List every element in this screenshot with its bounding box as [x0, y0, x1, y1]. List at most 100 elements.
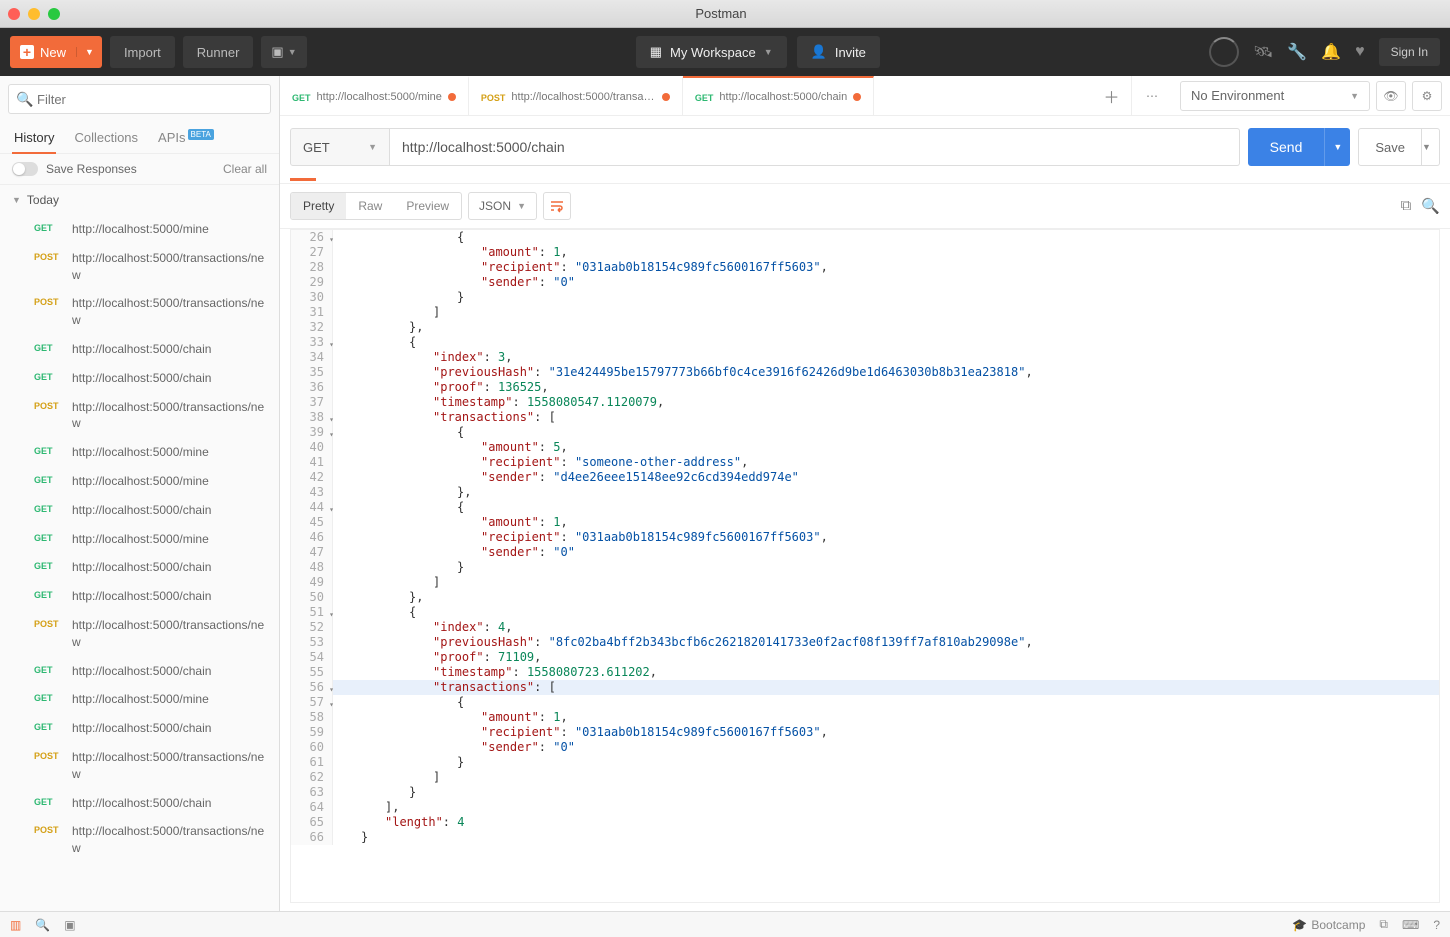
settings-icon[interactable]: 🔧 [1287, 42, 1307, 62]
environment-settings-icon[interactable]: ⚙ [1412, 81, 1442, 111]
help-icon[interactable]: ? [1433, 918, 1440, 932]
history-method: POST [34, 295, 64, 307]
heart-icon[interactable]: ♥ [1355, 43, 1365, 61]
invite-button[interactable]: 👤 Invite [797, 36, 880, 68]
history-method: GET [34, 720, 64, 732]
find-icon[interactable]: 🔍 [35, 918, 50, 932]
clear-all-button[interactable]: Clear all [223, 162, 267, 176]
minimize-window-icon[interactable] [28, 8, 40, 20]
open-new-button[interactable]: ▣ ▼ [261, 36, 306, 68]
window-controls [8, 8, 60, 20]
send-dropdown[interactable]: ▼ [1324, 128, 1350, 166]
history-url: http://localhost:5000/transactions/new [72, 749, 267, 783]
history-item[interactable]: GET http://localhost:5000/chain [0, 714, 279, 743]
history-item[interactable]: GEThttp://localhost:5000/chain [0, 553, 279, 582]
method-selector[interactable]: GET▼ [290, 128, 390, 166]
new-label: New [40, 45, 66, 60]
titlebar: Postman [0, 0, 1450, 28]
statusbar: ▥ 🔍 ▣ 🎓Bootcamp ⧉ ⌨ ? [0, 911, 1450, 937]
new-button[interactable]: +New ▼ [10, 36, 102, 68]
tab-collections[interactable]: Collections [64, 122, 148, 153]
request-tab[interactable]: POSThttp://localhost:5000/transactic [469, 76, 683, 115]
history-method: POST [34, 250, 64, 262]
request-tabs: GEThttp://localhost:5000/minePOSThttp://… [280, 76, 1092, 115]
copy-response-icon[interactable]: ⧉ [1401, 197, 1412, 215]
send-button[interactable]: Send [1248, 128, 1325, 166]
history-url: http://localhost:5000/chain [72, 341, 211, 358]
maximize-window-icon[interactable] [48, 8, 60, 20]
request-tab[interactable]: GEThttp://localhost:5000/chain [683, 76, 874, 115]
save-dropdown[interactable]: ▼ [1414, 128, 1440, 166]
modified-dot-icon [448, 93, 456, 101]
history-item[interactable]: GEThttp://localhost:5000/chain [0, 789, 279, 818]
bootcamp-button[interactable]: 🎓Bootcamp [1292, 918, 1365, 932]
history-method: GET [34, 502, 64, 514]
notifications-icon[interactable]: 🔔 [1321, 42, 1341, 62]
close-window-icon[interactable] [8, 8, 20, 20]
history-method: GET [34, 473, 64, 485]
tabs-more-button[interactable]: ⋯ [1132, 76, 1172, 115]
view-pretty[interactable]: Pretty [291, 193, 346, 219]
console-icon[interactable]: ▣ [64, 918, 75, 932]
history-list: ▼ Today GET http://localhost:5000/mine POS… [0, 185, 279, 911]
url-input[interactable] [390, 128, 1240, 166]
window-title: Postman [60, 6, 1382, 21]
save-button[interactable]: Save [1358, 128, 1422, 166]
history-url: http://localhost:5000/mine [72, 444, 209, 461]
history-item[interactable]: GEThttp://localhost:5000/chain [0, 364, 279, 393]
environment-selector[interactable]: No Environment▼ [1180, 81, 1370, 111]
history-item[interactable]: POSThttp://localhost:5000/transactions/n… [0, 393, 279, 439]
grid-icon: ▦ [650, 44, 662, 60]
runner-button[interactable]: Runner [183, 36, 254, 68]
history-url: http://localhost:5000/transactions/new [72, 617, 267, 651]
keyboard-shortcuts-icon[interactable]: ⌨ [1402, 918, 1419, 932]
history-item[interactable]: GEThttp://localhost:5000/chain [0, 496, 279, 525]
history-item[interactable]: GET http://localhost:5000/mine [0, 438, 279, 467]
tab-apis[interactable]: APIsBETA [148, 122, 224, 153]
history-item[interactable]: GEThttp://localhost:5000/mine [0, 685, 279, 714]
sidebar-toggle-icon[interactable]: ▥ [10, 918, 21, 932]
workspace-label: My Workspace [670, 45, 756, 60]
signin-button[interactable]: Sign In [1379, 38, 1440, 66]
history-method: GET [34, 221, 64, 233]
filter-input[interactable] [8, 84, 271, 114]
tab-method: GET [695, 91, 714, 103]
history-url: http://localhost:5000/chain [72, 559, 211, 576]
main-area: GEThttp://localhost:5000/minePOSThttp://… [280, 76, 1450, 911]
save-responses-toggle[interactable] [12, 162, 38, 176]
add-tab-button[interactable]: ＋ [1092, 76, 1132, 115]
history-item[interactable]: GEThttp://localhost:5000/chain [0, 657, 279, 686]
request-tab[interactable]: GEThttp://localhost:5000/mine [280, 76, 469, 115]
response-body[interactable]: 26▾{27"amount": 1,28"recipient": "031aab… [290, 229, 1440, 903]
sync-icon[interactable] [1209, 37, 1239, 67]
history-item[interactable]: POSThttp://localhost:5000/transactions/n… [0, 817, 279, 863]
history-item[interactable]: GEThttp://localhost:5000/mine [0, 467, 279, 496]
capture-icon[interactable]: 🛰 [1253, 42, 1273, 62]
history-item[interactable]: GET http://localhost:5000/mine [0, 215, 279, 244]
view-preview[interactable]: Preview [394, 193, 461, 219]
history-item[interactable]: GEThttp://localhost:5000/chain [0, 582, 279, 611]
history-url: http://localhost:5000/transactions/new [72, 399, 267, 433]
history-group-today[interactable]: ▼ Today [0, 185, 279, 215]
history-item[interactable]: POSThttp://localhost:5000/transactions/n… [0, 289, 279, 335]
view-raw[interactable]: Raw [346, 193, 394, 219]
history-method: GET [34, 444, 64, 456]
tab-history[interactable]: History [4, 122, 64, 153]
history-item[interactable]: GEThttp://localhost:5000/chain [0, 335, 279, 364]
two-pane-icon[interactable]: ⧉ [1379, 917, 1388, 932]
wrap-lines-button[interactable] [543, 192, 571, 220]
workspace-selector[interactable]: ▦ My Workspace ▼ [636, 36, 787, 68]
history-url: http://localhost:5000/chain [72, 720, 211, 737]
history-item[interactable]: GEThttp://localhost:5000/mine [0, 525, 279, 554]
history-item[interactable]: POSThttp://localhost:5000/transactions/n… [0, 611, 279, 657]
environment-quicklook-icon[interactable]: 👁 [1376, 81, 1406, 111]
format-selector[interactable]: JSON▼ [468, 192, 537, 220]
search-response-icon[interactable]: 🔍 [1421, 197, 1440, 215]
history-item[interactable]: POSThttp://localhost:5000/transactions/n… [0, 244, 279, 290]
history-url: http://localhost:5000/mine [72, 691, 209, 708]
history-item[interactable]: POSThttp://localhost:5000/transactions/n… [0, 743, 279, 789]
import-button[interactable]: Import [110, 36, 175, 68]
tab-method: POST [481, 91, 506, 103]
new-dropdown[interactable]: ▼ [76, 47, 102, 57]
history-url: http://localhost:5000/mine [72, 221, 209, 238]
